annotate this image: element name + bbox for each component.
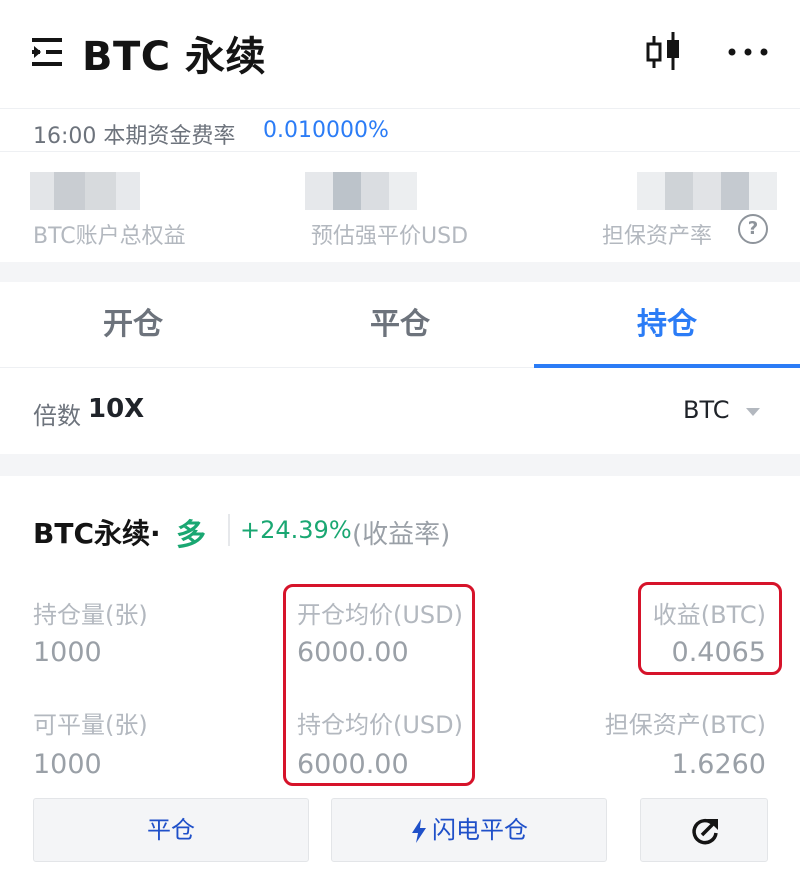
caret-down-icon[interactable]: [746, 408, 760, 416]
page-title: BTC 永续: [82, 34, 267, 80]
highlight-box-avg-prices: [283, 584, 475, 786]
margin-ratio-label: 担保资产率: [602, 224, 713, 249]
highlight-box-profit: [638, 582, 782, 675]
funding-rate-bar: 16:00 本期资金费率 0.010000%: [0, 108, 800, 152]
account-stats: BTC账户总权益 预估强平价USD 担保资产率 ?: [0, 152, 800, 262]
more-icon[interactable]: [726, 40, 770, 64]
pnl-rate-label: (收益率): [352, 520, 451, 550]
pnl-rate: +24.39%: [240, 516, 352, 544]
section-divider: [0, 262, 800, 282]
tab-close[interactable]: 平仓: [267, 282, 533, 368]
blurred-margin-ratio-value: [637, 172, 777, 210]
title-divider: [228, 514, 230, 546]
tab-open[interactable]: 开仓: [0, 282, 266, 368]
margin-value: 1.6260: [671, 749, 766, 780]
candlestick-icon[interactable]: [644, 30, 684, 74]
section-divider: [0, 454, 800, 476]
position-title: BTC永续·: [33, 517, 161, 550]
blurred-liq-price-value: [305, 172, 417, 210]
leverage-value: 10X: [88, 394, 145, 424]
position-card: BTC永续· 多 +24.39% (收益率) 持仓量(张) 1000 开仓均价(…: [0, 476, 800, 888]
help-icon[interactable]: ?: [738, 214, 768, 244]
leverage-row: 倍数 10X BTC: [0, 368, 800, 454]
position-qty-value: 1000: [33, 637, 102, 668]
closeable-qty-label: 可平量(张): [33, 711, 148, 739]
trade-tabs: 开仓 平仓 持仓: [0, 282, 800, 368]
tab-positions[interactable]: 持仓: [534, 282, 800, 368]
coin-select[interactable]: BTC: [683, 396, 729, 424]
reverse-position-button[interactable]: [640, 798, 768, 862]
flash-close-label: 闪电平仓: [432, 816, 528, 844]
reverse-icon: [692, 818, 718, 845]
lightning-icon: [412, 819, 426, 843]
leverage-label: 倍数: [33, 402, 81, 430]
liq-price-label: 预估强平价USD: [311, 224, 469, 249]
menu-icon[interactable]: [32, 36, 68, 68]
close-position-button[interactable]: 平仓: [33, 798, 309, 862]
flash-close-button[interactable]: 闪电平仓: [331, 798, 607, 862]
funding-time-label: 16:00 本期资金费率: [33, 124, 236, 149]
position-qty-label: 持仓量(张): [33, 601, 148, 629]
margin-label: 担保资产(BTC): [604, 711, 766, 739]
funding-rate-value: 0.010000%: [263, 118, 389, 143]
equity-label: BTC账户总权益: [33, 224, 186, 249]
position-side: 多: [176, 518, 206, 553]
closeable-qty-value: 1000: [33, 749, 102, 780]
blurred-equity-value: [30, 172, 140, 210]
app-header: BTC 永续: [0, 0, 800, 108]
